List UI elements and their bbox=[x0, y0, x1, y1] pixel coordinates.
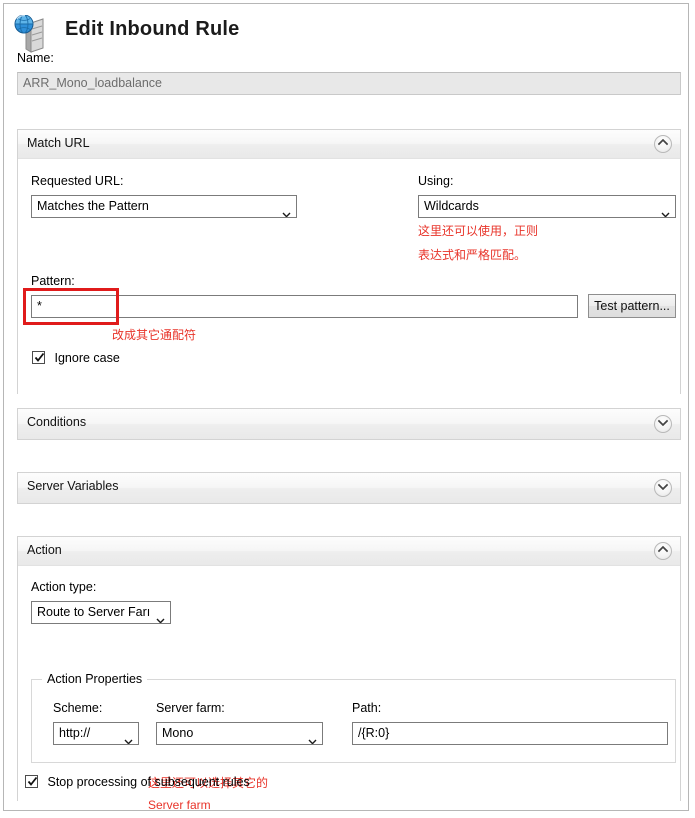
action-type-value: Route to Server Farı bbox=[37, 605, 150, 619]
chevron-up-icon-match-url[interactable] bbox=[654, 135, 672, 153]
section-server-variables[interactable]: Server Variables bbox=[17, 472, 681, 504]
action-type-label: Action type: bbox=[31, 580, 96, 594]
server-globe-icon bbox=[13, 15, 53, 53]
stop-processing-checkbox[interactable] bbox=[25, 775, 38, 788]
section-body-action: Action type: Route to Server Farı Action… bbox=[18, 566, 680, 801]
server-farm-select[interactable]: Mono bbox=[156, 722, 323, 745]
section-header-action[interactable]: Action bbox=[18, 537, 680, 566]
ignore-case-label: Ignore case bbox=[54, 351, 119, 365]
action-properties-groupbox: Action Properties Scheme: http:// Server… bbox=[31, 679, 676, 763]
stop-processing-label: Stop processing of subsequent rules bbox=[47, 775, 249, 789]
dialog-title-row: Edit Inbound Rule bbox=[13, 13, 413, 53]
requested-url-label: Requested URL: bbox=[31, 174, 123, 188]
section-header-server-variables[interactable]: Server Variables bbox=[18, 473, 680, 503]
section-conditions[interactable]: Conditions bbox=[17, 408, 681, 440]
section-header-match-url[interactable]: Match URL bbox=[18, 130, 680, 159]
section-match-url: Match URL Requested URL: Matches the Pat… bbox=[17, 129, 681, 394]
test-pattern-button[interactable]: Test pattern... bbox=[588, 294, 676, 318]
chevron-down-icon-conditions[interactable] bbox=[654, 415, 672, 433]
scheme-value: http:// bbox=[59, 726, 90, 740]
chevron-down-icon-action-type bbox=[156, 610, 165, 616]
action-type-select[interactable]: Route to Server Farı bbox=[31, 601, 171, 624]
scheme-select[interactable]: http:// bbox=[53, 722, 139, 745]
section-action: Action Action type: Route to Server Farı… bbox=[17, 536, 681, 801]
page-title: Edit Inbound Rule bbox=[65, 18, 239, 41]
pattern-input[interactable]: * bbox=[31, 295, 578, 318]
using-label: Using: bbox=[418, 174, 453, 188]
chevron-down-icon-server-farm bbox=[308, 731, 317, 737]
ignore-case-checkbox-row[interactable]: Ignore case bbox=[32, 351, 120, 365]
annotation-server-farm-line2: Server farm bbox=[148, 798, 211, 812]
section-title-server-variables: Server Variables bbox=[27, 479, 118, 493]
section-title-action: Action bbox=[27, 543, 62, 557]
requested-url-select[interactable]: Matches the Pattern bbox=[31, 195, 297, 218]
chevron-down-icon-scheme bbox=[124, 731, 133, 737]
section-title-match-url: Match URL bbox=[27, 136, 90, 150]
server-farm-label: Server farm: bbox=[156, 701, 225, 715]
chevron-down-icon-server-variables[interactable] bbox=[654, 479, 672, 497]
stop-processing-checkbox-row[interactable]: Stop processing of subsequent rules bbox=[25, 775, 250, 789]
action-properties-legend: Action Properties bbox=[42, 672, 147, 686]
path-label: Path: bbox=[352, 701, 381, 715]
using-value: Wildcards bbox=[424, 199, 479, 213]
name-label: Name: bbox=[17, 51, 54, 65]
section-title-conditions: Conditions bbox=[27, 415, 86, 429]
requested-url-value: Matches the Pattern bbox=[37, 199, 149, 213]
scheme-label: Scheme: bbox=[53, 701, 102, 715]
chevron-down-icon-using bbox=[661, 204, 670, 210]
section-body-match-url: Requested URL: Matches the Pattern Using… bbox=[18, 159, 680, 394]
server-farm-value: Mono bbox=[162, 726, 193, 740]
path-input[interactable]: /{R:0} bbox=[352, 722, 668, 745]
section-header-conditions[interactable]: Conditions bbox=[18, 409, 680, 439]
chevron-up-icon-action[interactable] bbox=[654, 542, 672, 560]
annotation-using-line1: 这里还可以使用，正则 bbox=[418, 222, 538, 239]
pattern-label: Pattern: bbox=[31, 274, 75, 288]
edit-inbound-rule-dialog: Edit Inbound Rule Name: ARR_Mono_loadbal… bbox=[3, 3, 689, 811]
chevron-down-icon-requested-url bbox=[282, 204, 291, 210]
using-select[interactable]: Wildcards bbox=[418, 195, 676, 218]
rule-name-input[interactable]: ARR_Mono_loadbalance bbox=[17, 72, 681, 95]
annotation-pattern: 改成其它通配符 bbox=[112, 326, 196, 343]
ignore-case-checkbox[interactable] bbox=[32, 351, 45, 364]
annotation-using-line2: 表达式和严格匹配。 bbox=[418, 246, 526, 263]
